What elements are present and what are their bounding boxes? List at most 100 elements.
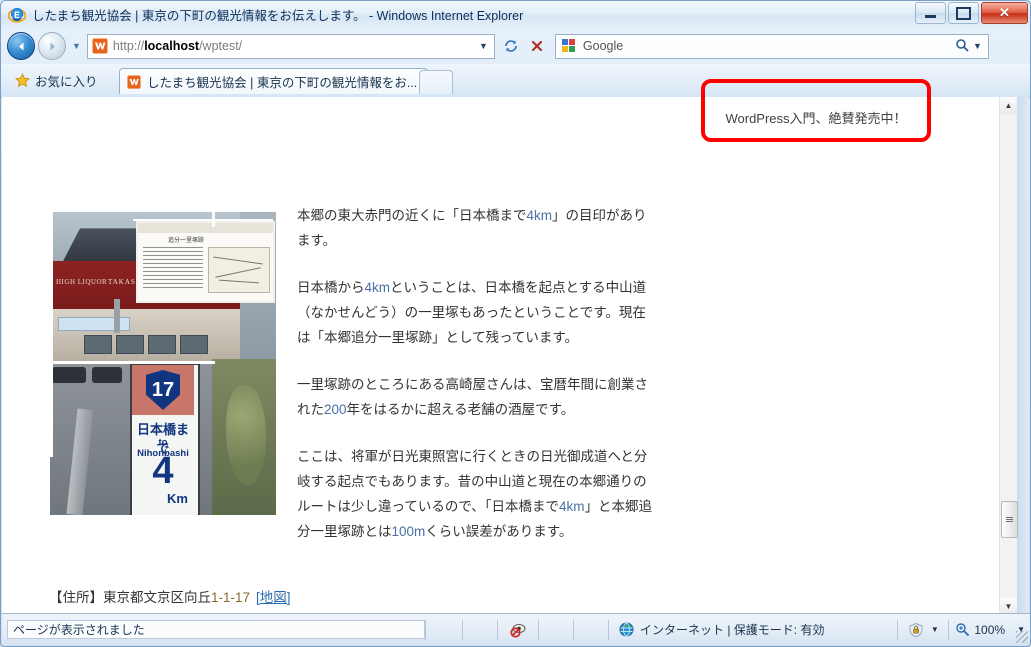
photo-board-title: 追分一里塚跡 — [168, 238, 205, 244]
search-box[interactable]: Google ▼ — [554, 33, 989, 59]
scrollbar-thumb[interactable] — [1001, 501, 1018, 538]
status-cell-4 — [574, 620, 608, 640]
photo-route-shield: 17 — [146, 370, 180, 410]
refresh-button[interactable] — [499, 34, 523, 58]
window-title: したまち観光協会 | 東京の下町の観光情報をお伝えします。 - Windows … — [32, 9, 524, 23]
article-paragraph: 本郷の東大赤門の近くに「日本橋まで4km」の目印があります。 — [297, 203, 657, 253]
scrollbar-grip-icon — [1006, 517, 1013, 522]
stop-icon — [531, 40, 543, 52]
photo-storefront — [50, 309, 240, 364]
ie-logo-icon — [8, 7, 26, 23]
favorites-label: お気に入り — [35, 74, 98, 89]
photo-inset-board: 追分一里塚跡 — [136, 221, 275, 303]
article-number: 100m — [391, 524, 426, 539]
photo-sign-unit: Km — [167, 491, 188, 506]
status-bar: ページが表示されました インターネット | 保護モード: 有効 ▼ 100% ▼ — [2, 613, 1030, 645]
google-icon — [561, 39, 575, 52]
back-button[interactable] — [7, 32, 35, 60]
wordpress-favicon — [127, 74, 141, 89]
photo-inset-post — [114, 299, 120, 333]
article-text: くらい誤差があります。 — [425, 524, 573, 539]
restore-button[interactable] — [948, 2, 979, 24]
navigation-toolbar: ▼ http://localhost/wptest/ ▼ Google ▼ — [1, 28, 1030, 64]
photo-board-text — [143, 247, 203, 291]
map-link[interactable]: [地図] — [256, 590, 291, 605]
photo-window — [116, 335, 144, 354]
browser-window: したまち観光協会 | 東京の下町の観光情報をお伝えします。 - Windows … — [0, 0, 1031, 647]
scroll-up-button[interactable]: ▲ — [1000, 97, 1017, 114]
protected-mode-icon — [909, 622, 923, 637]
article-paragraph: 一里塚跡のところにある高崎屋さんは、宝暦年間に創業された200年をはるかに超える… — [297, 372, 657, 422]
window-right-gutter — [1017, 97, 1029, 615]
title-bar: したまち観光協会 | 東京の下町の観光情報をお伝えします。 - Windows … — [1, 1, 1030, 28]
back-arrow-icon — [18, 42, 23, 50]
history-dropdown-button[interactable]: ▼ — [72, 41, 81, 51]
status-cell-3 — [539, 620, 573, 640]
minimize-button[interactable] — [915, 2, 946, 24]
status-cell-2 — [463, 620, 497, 640]
article-paragraph: 日本橋から4kmということは、日本橋を起点とする中山道（なかせんどう）の一里塚も… — [297, 275, 657, 350]
minimize-icon — [925, 15, 936, 18]
address-line: 【住所】東京都文京区向丘1-1-17 [地図] — [49, 586, 291, 606]
photo-window — [180, 335, 208, 354]
security-zone-indicator[interactable]: インターネット | 保護モード: 有効 — [609, 621, 834, 638]
article-number: 200 — [324, 402, 347, 417]
photo-sign-distance: 4 — [152, 450, 174, 492]
zoom-level-label: 100% — [974, 622, 1006, 637]
status-message: ページが表示されました — [7, 620, 425, 639]
article-text: 日本橋から — [297, 280, 365, 295]
close-icon: ✕ — [999, 5, 1010, 20]
address-dropdown-icon[interactable]: ▼ — [479, 41, 488, 51]
photo-route-sign: 17 日本橋まで to Nihonbashi 4 Km — [130, 363, 200, 515]
popup-blocker-cell[interactable] — [498, 620, 538, 640]
status-cell-1 — [426, 620, 462, 640]
refresh-icon — [505, 40, 517, 52]
photo-car — [52, 367, 86, 383]
protected-mode-caret[interactable]: ▼ — [931, 625, 939, 634]
resize-grip[interactable] — [1016, 631, 1028, 643]
article-number: 4km — [559, 499, 585, 514]
photo-store-text-left: HIGH LIQUOR — [56, 278, 108, 286]
address-url-text: http://localhost/wptest/ — [112, 39, 243, 53]
photo-window — [84, 335, 112, 354]
tab-shitamachi[interactable]: したまち観光協会 | 東京の下町の観光情報をお... — [119, 68, 429, 94]
search-dropdown-icon[interactable]: ▼ — [973, 41, 982, 51]
search-icon — [956, 38, 969, 51]
protected-mode-cell[interactable]: ▼ — [898, 620, 948, 640]
tab-bar: お気に入り したまち観光協会 | 東京の下町の観光情報をお... — [1, 64, 1030, 98]
article-text: 年をはるかに超える老舗の酒屋です。 — [346, 402, 575, 417]
article-photo: HIGH LIQUOR TAKASAKI-YA 高 SINCE 1751 — [50, 209, 276, 515]
window-controls: ✕ — [915, 2, 1028, 24]
search-input-text[interactable]: Google — [583, 39, 623, 53]
address-prefix: 【住所】東京都文京区向丘 — [49, 590, 211, 605]
article-paragraph: ここは、将軍が日光東照宮に行くときの日光御成道へと分岐する起点でもあります。昔の… — [297, 444, 657, 544]
article-body: 本郷の東大赤門の近くに「日本橋まで4km」の目印があります。日本橋から4kmとい… — [297, 203, 657, 566]
zoom-magnifier-icon — [956, 623, 970, 636]
vertical-scrollbar[interactable]: ▲ ▼ — [999, 97, 1018, 615]
popup-blocked-icon — [510, 623, 526, 638]
close-button[interactable]: ✕ — [981, 2, 1028, 24]
new-tab-button[interactable] — [419, 70, 453, 94]
star-icon — [15, 72, 30, 87]
favorites-button[interactable]: お気に入り — [9, 68, 108, 92]
security-zone-text: インターネット | 保護モード: 有効 — [640, 623, 825, 637]
photo-car — [92, 367, 122, 383]
wordpress-favicon — [92, 38, 108, 54]
search-magnifier-icon[interactable] — [955, 38, 969, 55]
photo-inset-header — [138, 223, 273, 233]
photo-board-map — [208, 247, 270, 293]
tab-label: したまち観光協会 | 東京の下町の観光情報をお... — [147, 76, 418, 90]
stop-button[interactable] — [525, 34, 549, 58]
forward-button[interactable] — [38, 32, 66, 60]
internet-globe-icon — [619, 622, 634, 637]
address-bar[interactable]: http://localhost/wptest/ ▼ — [86, 33, 495, 59]
photo-foliage-bush — [226, 385, 266, 485]
photo-window — [148, 335, 176, 354]
article-text: 本郷の東大赤門の近くに「日本橋まで — [297, 208, 527, 223]
annotation-label: WordPress入門、絶賛発売中！ — [725, 111, 907, 126]
address-number: 1-1-17 — [211, 590, 251, 605]
page-content-area: HIGH LIQUOR TAKASAKI-YA 高 SINCE 1751 — [2, 97, 1013, 615]
article-number: 4km — [364, 280, 391, 295]
forward-arrow-icon — [50, 42, 55, 50]
restore-icon — [956, 6, 971, 20]
